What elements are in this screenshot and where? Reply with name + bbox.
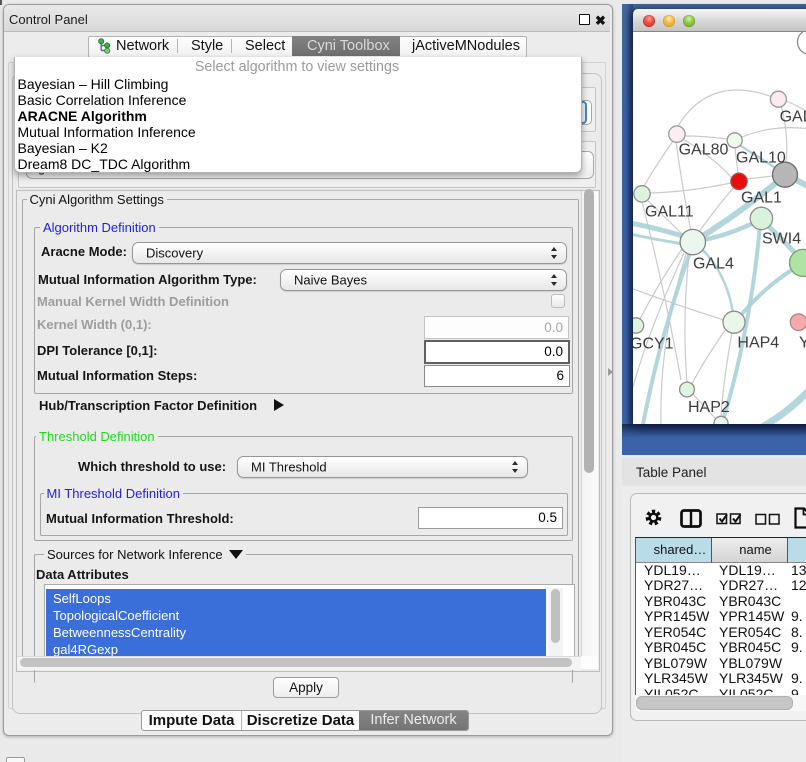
svg-text:GAL2: GAL2 — [780, 109, 806, 126]
svg-text:SWI4: SWI4 — [762, 231, 801, 248]
svg-text:HAP2: HAP2 — [688, 399, 730, 416]
svg-text:HAP4: HAP4 — [737, 335, 779, 352]
svg-text:GAL80: GAL80 — [679, 142, 729, 159]
svg-text:GAL11: GAL11 — [645, 204, 694, 221]
svg-text:GAL4: GAL4 — [693, 256, 734, 273]
svg-text:GCY1: GCY1 — [633, 336, 674, 353]
svg-text:GAL10: GAL10 — [736, 150, 786, 167]
svg-text:GAL1: GAL1 — [741, 190, 782, 207]
svg-text:YM: YM — [799, 335, 806, 352]
